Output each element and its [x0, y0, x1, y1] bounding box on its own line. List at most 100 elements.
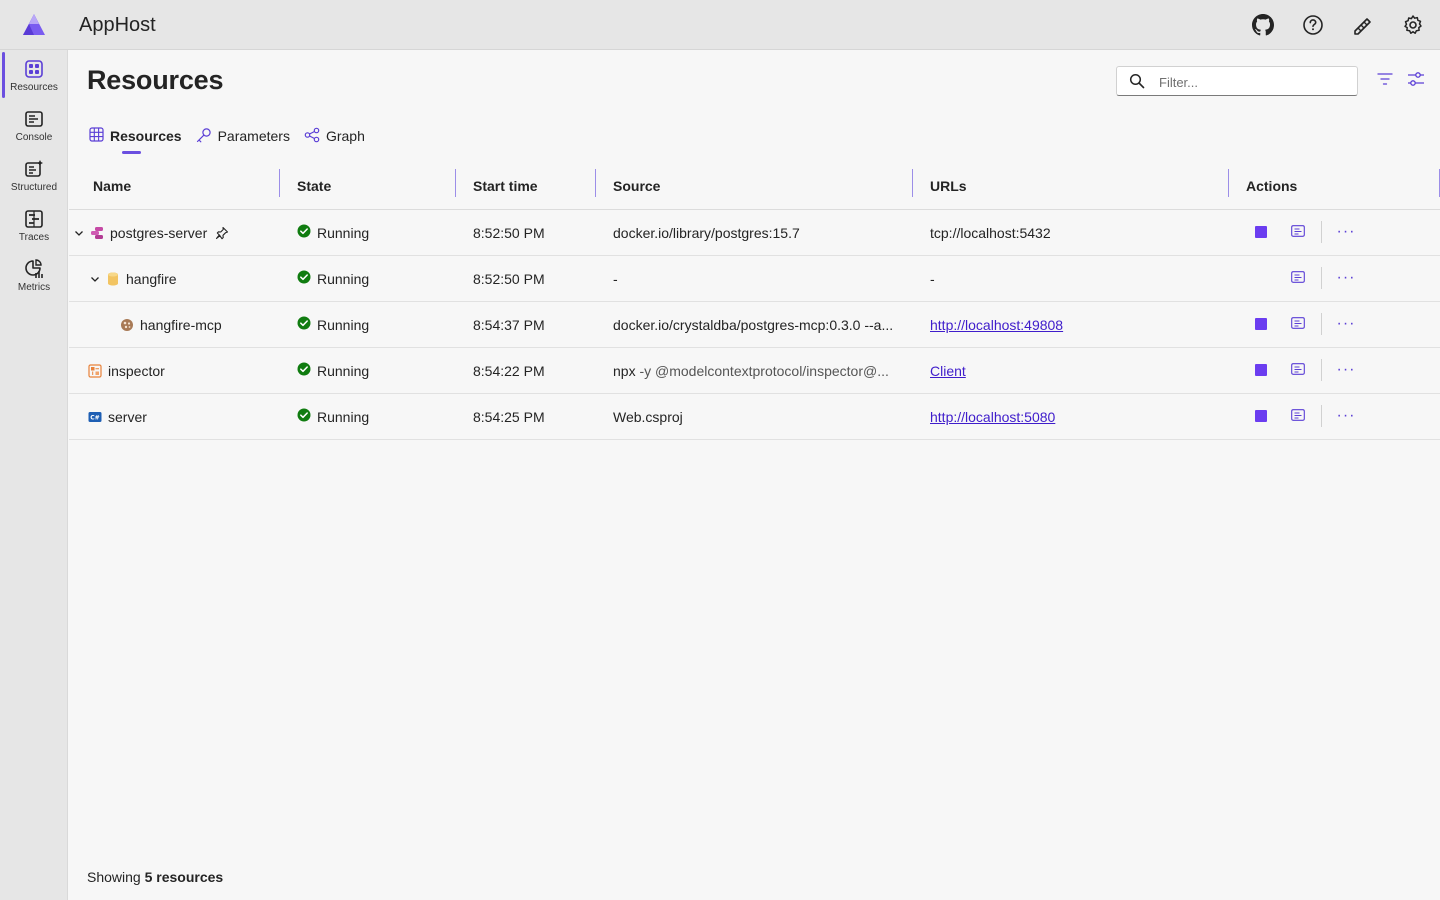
console-logs-icon: [1291, 316, 1305, 332]
key-icon: [196, 127, 212, 146]
traces-icon: [23, 208, 45, 230]
running-status-icon: [297, 316, 311, 333]
url-link[interactable]: Client: [930, 363, 966, 379]
source-cell: npx -y @modelcontextprotocol/inspector@.…: [596, 347, 913, 394]
resources-icon: [23, 58, 45, 80]
table-header-row: Name State Start time Source URLs Action…: [69, 163, 1440, 210]
graph-icon: [304, 127, 320, 146]
filter-search-box[interactable]: [1116, 66, 1358, 96]
state-text: Running: [317, 270, 370, 287]
sidebar-item-label: Metrics: [17, 282, 51, 293]
resource-name: postgres-server: [110, 224, 208, 241]
more-actions-button[interactable]: ···: [1337, 314, 1355, 334]
sidebar-item-label: Traces: [18, 232, 50, 243]
column-header-state[interactable]: State: [280, 163, 456, 210]
url-link[interactable]: http://localhost:49808: [930, 317, 1063, 333]
state-text: Running: [317, 316, 370, 333]
aspire-logo-icon[interactable]: [22, 13, 46, 37]
source-text: Web.csproj: [613, 408, 683, 425]
settings-sliders-button[interactable]: [1406, 71, 1426, 91]
console-logs-button[interactable]: [1290, 271, 1306, 285]
app-title: AppHost: [79, 14, 156, 36]
csharp-project-icon: C#: [88, 410, 102, 424]
top-bar: AppHost: [0, 0, 1440, 50]
filter-input[interactable]: [1157, 72, 1351, 92]
table-row[interactable]: hangfire-mcp Running 8:54:37 PM docker.i…: [69, 301, 1440, 348]
sidebar-item-label: Console: [15, 132, 53, 143]
url-text: tcp://localhost:5432: [913, 209, 1229, 256]
stop-button[interactable]: [1255, 318, 1267, 330]
console-logs-button[interactable]: [1290, 225, 1306, 239]
state-text: Running: [317, 362, 370, 379]
state-text: Running: [317, 224, 370, 241]
column-header-urls[interactable]: URLs: [913, 163, 1229, 210]
console-logs-button[interactable]: [1290, 363, 1306, 377]
start-time: 8:52:50 PM: [456, 209, 596, 256]
executable-icon: [88, 363, 102, 378]
feedback-icon[interactable]: [1350, 12, 1376, 38]
ellipsis-icon: ···: [1336, 269, 1356, 286]
console-logs-button[interactable]: [1290, 317, 1306, 331]
console-logs-icon: [1291, 408, 1305, 424]
github-icon[interactable]: [1250, 12, 1276, 38]
console-logs-icon: [1291, 362, 1305, 378]
stop-button[interactable]: [1255, 410, 1267, 422]
tab-resources[interactable]: Resources: [89, 125, 182, 154]
tab-graph[interactable]: Graph: [304, 125, 365, 147]
source-cell: -: [596, 255, 913, 302]
filter-options-button[interactable]: [1375, 71, 1395, 91]
column-header-start-time[interactable]: Start time: [456, 163, 596, 210]
url-link[interactable]: http://localhost:5080: [930, 409, 1055, 425]
footer-count: 5 resources: [144, 869, 224, 885]
resource-name: hangfire-mcp: [140, 316, 222, 333]
console-logs-icon: [1291, 224, 1305, 240]
database-server-icon: [90, 226, 104, 240]
sidebar-item-metrics[interactable]: Metrics: [0, 252, 68, 300]
source-text: docker.io/library/postgres:15.7: [613, 224, 800, 241]
settings-icon[interactable]: [1400, 12, 1426, 38]
source-text: npx: [613, 362, 636, 379]
tab-label: Resources: [110, 128, 182, 144]
sidebar-item-structured[interactable]: Structured: [0, 152, 68, 200]
help-icon[interactable]: [1300, 12, 1326, 38]
sidebar-item-traces[interactable]: Traces: [0, 202, 68, 250]
running-status-icon: [297, 224, 311, 241]
sidebar-item-resources[interactable]: Resources: [0, 52, 68, 100]
chevron-down-icon[interactable]: [88, 272, 102, 286]
stop-button[interactable]: [1255, 226, 1267, 238]
start-time: 8:54:25 PM: [456, 393, 596, 440]
more-actions-button[interactable]: ···: [1337, 360, 1355, 380]
pin-icon[interactable]: [215, 226, 229, 240]
column-header-source[interactable]: Source: [596, 163, 913, 210]
source-cell: Web.csproj: [596, 393, 913, 440]
sidebar-nav: Resources Console Structured Traces Metr…: [0, 50, 68, 900]
source-args: -y @modelcontextprotocol/inspector@...: [639, 362, 889, 379]
resource-count-footer: Showing 5 resources: [87, 869, 223, 885]
table-row[interactable]: inspector Running 8:54:22 PM npx -y @mod…: [69, 347, 1440, 394]
running-status-icon: [297, 362, 311, 379]
table-row[interactable]: hangfire Running 8:52:50 PM - - ···: [69, 255, 1440, 302]
container-icon: [120, 318, 134, 332]
tab-label: Graph: [325, 128, 365, 144]
more-actions-button[interactable]: ···: [1337, 268, 1355, 288]
table-row[interactable]: C# server Running 8:54:25 PM Web.csproj …: [69, 393, 1440, 440]
main-content: Resources Resources Parameters: [69, 51, 1440, 900]
url-text: -: [913, 255, 1229, 302]
sidebar-item-console[interactable]: Console: [0, 102, 68, 150]
tab-parameters[interactable]: Parameters: [196, 125, 290, 147]
start-time: 8:52:50 PM: [456, 255, 596, 302]
sliders-icon: [1407, 71, 1425, 92]
console-logs-button[interactable]: [1290, 409, 1306, 423]
ellipsis-icon: ···: [1336, 315, 1356, 332]
table-row[interactable]: postgres-server Running 8:52:50 PM docke…: [69, 209, 1440, 256]
stop-button[interactable]: [1255, 364, 1267, 376]
view-tabs: Resources Parameters Graph: [89, 125, 365, 154]
metrics-icon: [23, 258, 45, 280]
resource-name: inspector: [108, 362, 165, 379]
more-actions-button[interactable]: ···: [1337, 406, 1355, 426]
console-icon: [23, 108, 45, 130]
column-header-name[interactable]: Name: [69, 163, 280, 210]
chevron-down-icon[interactable]: [72, 226, 86, 240]
filter-icon: [1377, 72, 1393, 91]
more-actions-button[interactable]: ···: [1337, 222, 1355, 242]
